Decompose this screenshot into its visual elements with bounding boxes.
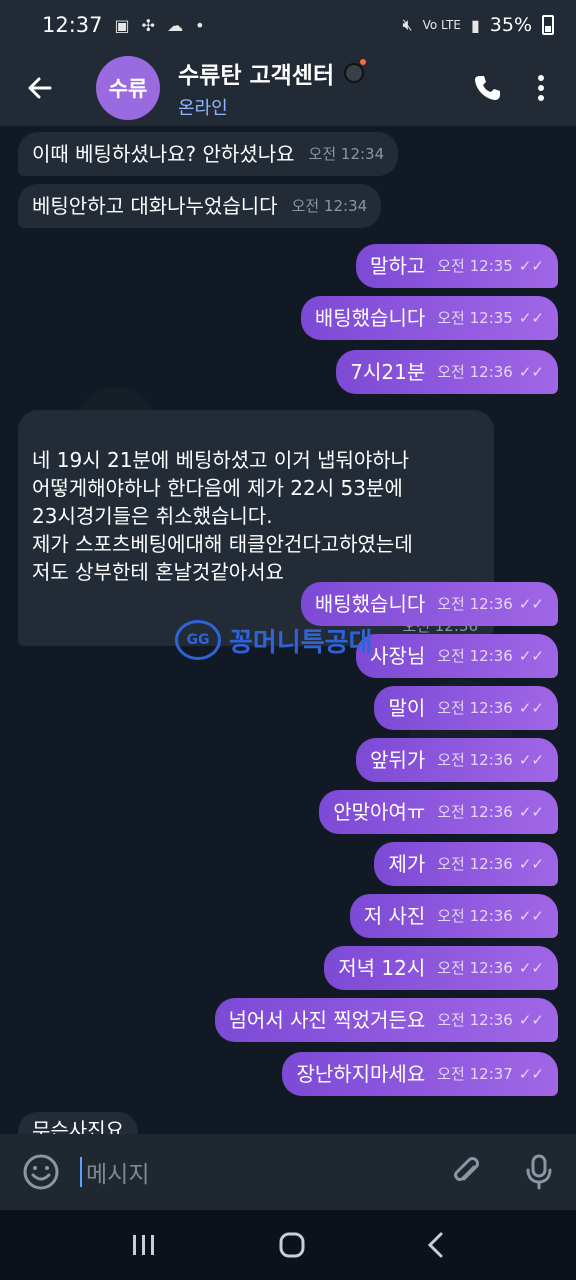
message-text: 저 사진 [363, 904, 426, 928]
message-time: 오전 12:35 [437, 309, 513, 327]
gallery-icon: ▣ [114, 15, 130, 35]
chat-title-block[interactable]: 수류탄 고객센터 온라인 [178, 56, 367, 120]
message-outgoing[interactable]: 저녁 12시 오전 12:36 ✓✓ [324, 946, 558, 990]
message-time: 오전 12:34 [308, 145, 385, 163]
read-check-icon: ✓✓ [518, 751, 544, 769]
message-time: 오전 12:36 [437, 1011, 513, 1029]
message-text: 제가 [388, 852, 426, 876]
recent-apps-icon[interactable] [131, 1233, 157, 1257]
message-incoming[interactable]: 베팅안하고 대화나누었습니다 오전 12:34 [18, 184, 382, 228]
message-outgoing[interactable]: 넘어서 사진 찍었거든요 오전 12:36 ✓✓ [214, 998, 558, 1042]
message-outgoing[interactable]: 말이 오전 12:36 ✓✓ [374, 686, 558, 730]
message-time: 오전 12:36 [437, 647, 513, 665]
read-check-icon: ✓✓ [518, 1065, 544, 1083]
message-text: 사장님 [370, 644, 426, 668]
message-outgoing[interactable]: 사장님 오전 12:36 ✓✓ [356, 634, 558, 678]
message-time: 오전 12:36 [437, 803, 513, 821]
chat-title: 수류탄 고객센터 [178, 63, 335, 89]
message-text: 7시21분 [350, 360, 426, 384]
notification-dot: • [195, 15, 205, 35]
read-check-icon: ✓✓ [518, 647, 544, 665]
message-text: 네 19시 21분에 베팅하셨고 이거 냅둬야하나 어떻게해야하나 한다음에 제… [32, 448, 413, 584]
message-outgoing[interactable]: 제가 오전 12:36 ✓✓ [374, 842, 558, 886]
message-time: 오전 12:36 [437, 907, 513, 925]
watermark-badge: GG [175, 620, 221, 660]
paperclip-icon[interactable] [450, 1155, 484, 1189]
smiley-icon[interactable] [22, 1153, 60, 1191]
message-text: 이때 베팅하셨나요? 안하셨나요 [32, 142, 295, 166]
message-text: 배팅했습니다 [314, 592, 426, 616]
status-time: 12:37 [42, 13, 103, 37]
signal-icon: ▮ [470, 15, 480, 35]
message-text: 말하고 [370, 254, 426, 278]
message-outgoing[interactable]: 장난하지마세요 오전 12:37 ✓✓ [282, 1052, 558, 1096]
phone-icon[interactable] [472, 73, 502, 103]
status-bar: 12:37 ▣ ✣ ☁ • 🔇︎ Vo LTE ▮ 35% [0, 0, 576, 50]
read-check-icon: ✓✓ [518, 363, 544, 381]
home-icon[interactable] [279, 1232, 305, 1258]
message-text: 무슨사진요 [32, 1118, 124, 1134]
message-text: 안맞아여ㅠ [333, 800, 426, 824]
text-caret [80, 1157, 82, 1187]
message-text: 배팅했습니다 [314, 306, 426, 330]
chat-header: 수류 수류탄 고객센터 온라인 [0, 50, 576, 126]
read-check-icon: ✓✓ [518, 595, 544, 613]
online-status: 온라인 [178, 98, 228, 119]
system-nav-bar [0, 1210, 576, 1280]
arrow-left-icon [28, 77, 52, 99]
message-outgoing[interactable]: 7시21분 오전 12:36 ✓✓ [336, 350, 558, 394]
message-time: 오전 12:36 [437, 959, 513, 977]
read-check-icon: ✓✓ [518, 959, 544, 977]
avatar[interactable]: 수류 [96, 56, 160, 120]
read-check-icon: ✓✓ [518, 907, 544, 925]
read-check-icon: ✓✓ [518, 855, 544, 873]
back-button[interactable] [0, 50, 80, 126]
read-check-icon: ✓✓ [518, 1011, 544, 1029]
message-text: 앞뒤가 [370, 748, 426, 772]
message-text: 넘어서 사진 찍었거든요 [228, 1008, 426, 1032]
read-check-icon: ✓✓ [518, 309, 544, 327]
message-time: 오전 12:37 [437, 1065, 513, 1083]
carrier-label: Vo LTE [422, 18, 461, 32]
cloud-icon: ☁ [167, 15, 184, 35]
message-outgoing[interactable]: 안맞아여ㅠ 오전 12:36 ✓✓ [319, 790, 558, 834]
message-input-placeholder: 메시지 [86, 1162, 150, 1188]
bomb-icon [344, 59, 367, 83]
message-incoming[interactable]: 이때 베팅하셨나요? 안하셨나요 오전 12:34 [18, 132, 399, 176]
more-vertical-icon[interactable] [536, 73, 546, 103]
message-time: 오전 12:34 [291, 197, 368, 215]
message-text: 장난하지마세요 [296, 1062, 426, 1086]
watermark-text: 꽁머니특공대 [229, 627, 373, 658]
mute-icon: 🔇︎ [402, 15, 413, 34]
watermark-logo: GG 꽁머니특공대 [175, 620, 373, 660]
battery-icon [542, 15, 554, 35]
back-nav-icon[interactable] [427, 1232, 445, 1258]
message-text: 말이 [388, 696, 426, 720]
message-outgoing[interactable]: 저 사진 오전 12:36 ✓✓ [349, 894, 558, 938]
message-time: 오전 12:36 [437, 855, 513, 873]
message-outgoing[interactable]: 앞뒤가 오전 12:36 ✓✓ [356, 738, 558, 782]
battery-percent: 35% [489, 14, 532, 36]
message-time: 오전 12:36 [437, 363, 513, 381]
chat-messages[interactable]: 이때 베팅하셨나요? 안하셨나요 오전 12:34 베팅안하고 대화나누었습니다… [0, 126, 576, 1134]
message-outgoing[interactable]: 배팅했습니다 오전 12:35 ✓✓ [300, 296, 558, 340]
message-composer: 메시지 [0, 1134, 576, 1210]
message-time: 오전 12:35 [437, 257, 513, 275]
message-time: 오전 12:36 [437, 751, 513, 769]
message-text: 베팅안하고 대화나누었습니다 [32, 194, 278, 218]
read-check-icon: ✓✓ [518, 699, 544, 717]
message-time: 오전 12:36 [437, 699, 513, 717]
microphone-icon[interactable] [524, 1154, 554, 1190]
message-time: 오전 12:36 [437, 595, 513, 613]
message-incoming[interactable]: 무슨사진요 [18, 1112, 138, 1134]
message-input[interactable]: 메시지 [80, 1155, 450, 1189]
message-text: 저녁 12시 [338, 956, 426, 980]
read-check-icon: ✓✓ [518, 257, 544, 275]
sparkle-icon: ✣ [141, 15, 156, 35]
read-check-icon: ✓✓ [518, 803, 544, 821]
message-outgoing[interactable]: 말하고 오전 12:35 ✓✓ [356, 244, 558, 288]
